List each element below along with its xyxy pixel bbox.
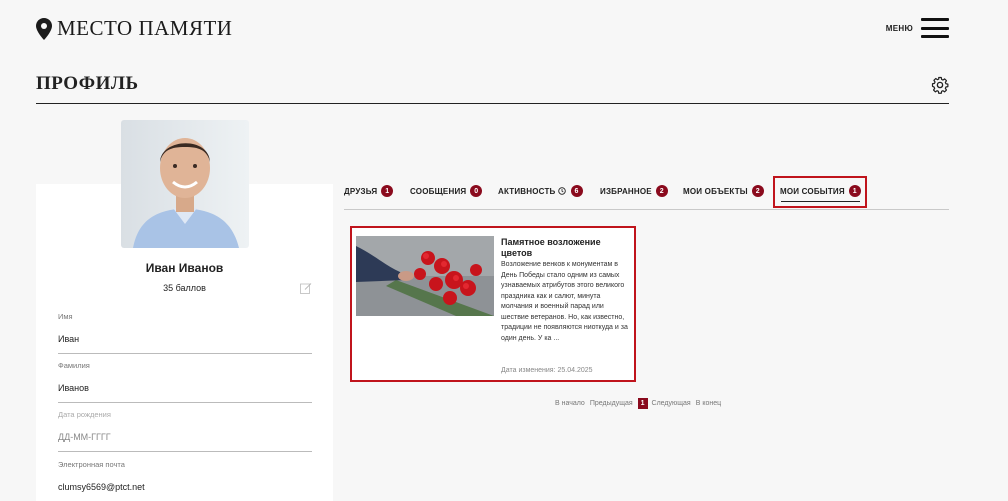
- edit-icon[interactable]: [300, 282, 312, 294]
- first-name-value[interactable]: Иван: [58, 334, 312, 344]
- tab-my-events[interactable]: МОИ СОБЫТИЯ 1: [780, 185, 861, 197]
- birth-date-placeholder[interactable]: ДД-ММ-ГГГГ: [58, 432, 312, 442]
- clock-icon: [557, 187, 566, 195]
- field-label: Имя: [58, 312, 73, 321]
- count-badge: 1: [848, 185, 861, 197]
- site-logo[interactable]: МЕСТО ПАМЯТИ: [36, 16, 232, 41]
- tab-messages[interactable]: СООБЩЕНИЯ 0: [410, 185, 483, 197]
- birth-date-field[interactable]: Дата рождения ДД-ММ-ГГГГ: [58, 410, 312, 452]
- tab-friends[interactable]: ДРУЗЬЯ 1: [344, 185, 394, 197]
- page-title: ПРОФИЛЬ: [36, 73, 139, 94]
- tab-favorites[interactable]: ИЗБРАННОЕ 2: [600, 185, 668, 197]
- tab-label: АКТИВНОСТЬ: [498, 186, 556, 196]
- user-points: 35 баллов: [163, 283, 206, 293]
- pagination: В начало Предыдущая 1 Следующая В конец: [555, 398, 726, 409]
- count-badge: 2: [655, 185, 668, 197]
- logo-text: МЕСТО ПАМЯТИ: [57, 16, 233, 40]
- field-label: Фамилия: [58, 361, 90, 370]
- count-badge: 6: [570, 185, 583, 197]
- email-field[interactable]: Электронная почта clumsy6569@ptct.net: [58, 460, 312, 501]
- event-date: Дата изменения: 25.04.2025: [501, 367, 593, 374]
- tab-activity[interactable]: АКТИВНОСТЬ 6: [498, 185, 583, 197]
- tab-label: ИЗБРАННОЕ: [600, 186, 652, 196]
- tab-label: СООБЩЕНИЯ: [410, 186, 467, 196]
- pagination-current-page[interactable]: 1: [637, 398, 648, 409]
- user-name: Иван Иванов: [145, 261, 224, 275]
- tab-label: МОИ СОБЫТИЯ: [780, 186, 845, 196]
- gear-icon[interactable]: [931, 76, 949, 94]
- count-badge: 1: [381, 185, 394, 197]
- last-name-value[interactable]: Иванов: [58, 383, 312, 393]
- field-label: Электронная почта: [58, 460, 125, 469]
- pagination-last[interactable]: В конец: [696, 400, 721, 407]
- event-image: [356, 236, 494, 316]
- title-divider: [36, 103, 949, 104]
- event-title[interactable]: Памятное возложение цветов: [501, 237, 633, 259]
- menu-button[interactable]: МЕНЮ: [886, 18, 949, 38]
- avatar: [121, 120, 249, 248]
- pagination-next[interactable]: Следующая: [652, 400, 691, 407]
- hamburger-icon: [921, 18, 949, 38]
- count-badge: 0: [470, 185, 483, 197]
- profile-tabs: ДРУЗЬЯ 1 СООБЩЕНИЯ 0 АКТИВНОСТЬ 6 ИЗБРАН…: [344, 176, 949, 210]
- pagination-first[interactable]: В начало: [555, 400, 585, 407]
- active-tab-underline: [781, 201, 860, 202]
- tab-label: МОИ ОБЪЕКТЫ: [683, 186, 748, 196]
- field-label: Дата рождения: [58, 410, 111, 419]
- menu-label: МЕНЮ: [885, 23, 913, 33]
- map-pin-icon: [36, 17, 52, 40]
- first-name-field[interactable]: Имя Иван: [58, 312, 312, 354]
- event-card[interactable]: Памятное возложение цветов Возложение ве…: [350, 226, 636, 382]
- count-badge: 2: [751, 185, 764, 197]
- pagination-prev[interactable]: Предыдущая: [590, 400, 633, 407]
- tab-my-objects[interactable]: МОИ ОБЪЕКТЫ 2: [683, 185, 764, 197]
- event-description: Возложение венков к монументам в День По…: [501, 261, 628, 342]
- last-name-field[interactable]: Фамилия Иванов: [58, 361, 312, 403]
- email-value[interactable]: clumsy6569@ptct.net: [58, 482, 312, 492]
- tab-label: ДРУЗЬЯ: [344, 186, 378, 196]
